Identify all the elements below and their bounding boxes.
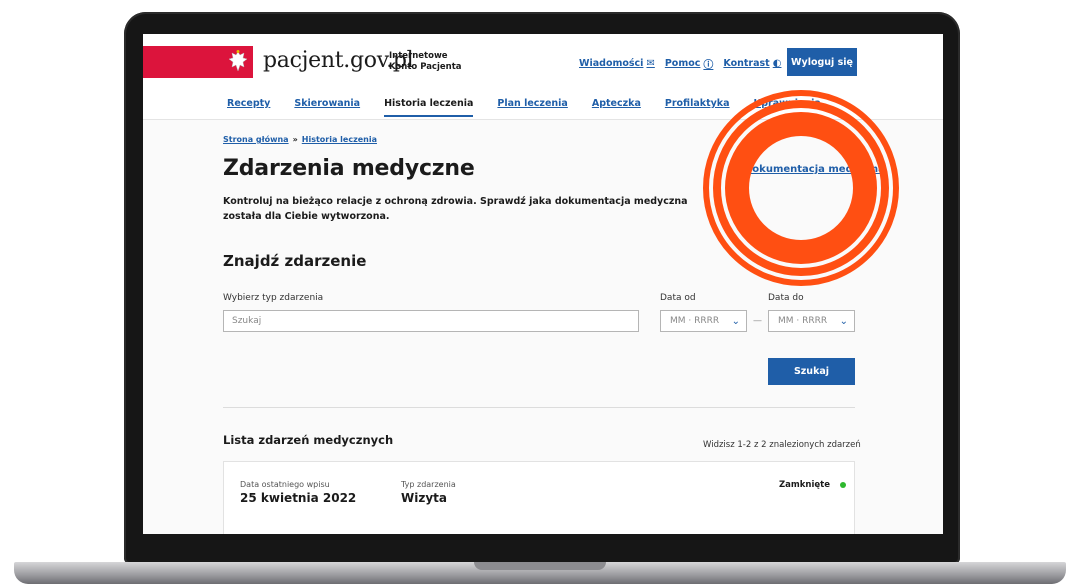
help-label: Pomoc (664, 58, 701, 69)
date-to-value: MM · RRRR (778, 316, 828, 326)
status-badge: Zamknięte (779, 480, 846, 490)
status-dot-icon (839, 482, 846, 488)
breadcrumb-home[interactable]: Strona główna (223, 135, 289, 144)
contrast-label: Kontrast (723, 58, 770, 69)
event-type-input[interactable]: Szukaj (223, 310, 639, 332)
breadcrumb-separator: » (292, 135, 298, 144)
target-circle-icon (703, 90, 899, 286)
chevron-down-icon: ⌄ (839, 315, 848, 327)
contrast-icon: ◐ (772, 58, 782, 69)
date-to-label: Data do (768, 293, 804, 303)
nav-item-recepty[interactable]: Recepty (227, 98, 270, 117)
search-section-title: Znajdź zdarzenie (223, 252, 367, 270)
nav-item-plan-leczenia[interactable]: Plan leczenia (497, 98, 567, 117)
last-entry-date: 25 kwietnia 2022 (240, 491, 357, 505)
mail-icon: ✉ (646, 58, 655, 69)
top-links: Wiadomości ✉ Pomoc ⓘ Kontrast ◐ EN (579, 56, 806, 71)
laptop-notch (474, 562, 606, 570)
date-from-label: Data od (660, 293, 696, 303)
help-icon: ⓘ (703, 60, 714, 71)
help-link[interactable]: Pomoc ⓘ (665, 56, 714, 71)
last-entry-date-label: Data ostatniego wpisu (240, 480, 330, 489)
date-range-dash: — (753, 316, 762, 326)
contrast-link[interactable]: Kontrast ◐ (723, 58, 781, 69)
nav-item-skierowania[interactable]: Skierowania (294, 98, 360, 117)
event-type-label: Wybierz typ zdarzenia (223, 293, 324, 303)
nav-item-historia-leczenia[interactable]: Historia leczenia (384, 98, 474, 117)
chevron-down-icon: ⌄ (731, 315, 740, 327)
messages-label: Wiadomości (579, 58, 644, 69)
nav-item-apteczka[interactable]: Apteczka (592, 98, 641, 117)
section-divider (223, 407, 855, 408)
search-button[interactable]: Szukaj (768, 358, 855, 385)
date-to-select[interactable]: MM · RRRR ⌄ (768, 310, 855, 332)
event-type-value: Wizyta (401, 491, 447, 505)
events-list-title: Lista zdarzeń medycznych (223, 433, 394, 447)
page-title: Zdarzenia medyczne (223, 156, 475, 181)
event-type-label: Typ zdarzenia (401, 480, 456, 489)
logout-button[interactable]: Wyloguj się (787, 48, 857, 76)
date-from-select[interactable]: MM · RRRR ⌄ (660, 310, 747, 332)
date-from-value: MM · RRRR (670, 316, 720, 326)
results-count: Widzisz 1-2 z 2 znalezionych zdarzeń (703, 440, 861, 450)
messages-link[interactable]: Wiadomości ✉ (579, 58, 655, 69)
eagle-icon (223, 46, 253, 78)
brand-sub-line1: Internetowe (389, 51, 448, 61)
intro-text: Kontroluj na bieżąco relacje z ochroną z… (223, 196, 688, 222)
list-item[interactable]: Data ostatniego wpisu 25 kwietnia 2022 T… (223, 461, 855, 534)
status-label: Zamknięte (779, 480, 830, 490)
brand-sub-line2: Konto Pacjenta (389, 62, 462, 72)
breadcrumb-current[interactable]: Historia leczenia (302, 135, 377, 144)
brand-subtitle: Internetowe Konto Pacjenta (389, 51, 462, 73)
breadcrumb: Strona główna » Historia leczenia (223, 135, 377, 144)
